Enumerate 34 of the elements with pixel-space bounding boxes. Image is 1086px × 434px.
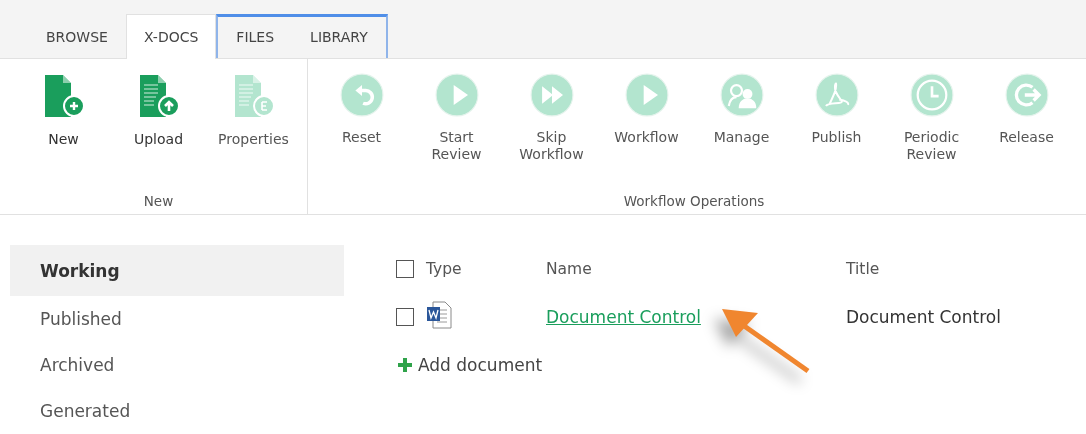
play-icon: [434, 73, 479, 117]
sidebar-item[interactable]: Working: [10, 245, 344, 296]
fast-forward-icon: [529, 73, 574, 117]
checkbox[interactable]: [396, 308, 414, 326]
column-header[interactable]: Name: [546, 260, 846, 278]
group-label: Workflow Operations: [622, 193, 766, 211]
ribbon-button[interactable]: Upload: [111, 67, 206, 193]
sidebar-item[interactable]: Archived: [10, 342, 344, 388]
table-cell-text: Document Control: [846, 307, 1002, 327]
add-document-link[interactable]: Add document: [398, 355, 846, 375]
sidebar-item[interactable]: Generated: [10, 388, 344, 434]
ribbon-tab[interactable]: X-DOCS: [125, 14, 217, 59]
ribbon-tab[interactable]: BROWSE: [28, 14, 126, 58]
plus-icon: [398, 358, 412, 372]
sidebar-item[interactable]: Published: [10, 296, 344, 342]
document-icon: [137, 73, 180, 119]
word-document-icon: [426, 301, 452, 329]
ribbon-tab[interactable]: LIBRARY: [292, 17, 386, 56]
column-header[interactable]: Title: [846, 260, 1086, 278]
document-icon: [42, 73, 85, 119]
undo-icon: [339, 73, 384, 117]
pdf-icon: [814, 73, 859, 117]
people-icon: [719, 73, 764, 117]
document-icon: [232, 73, 275, 119]
document-link[interactable]: Document Control: [546, 307, 701, 327]
ribbon-button[interactable]: New: [16, 67, 111, 193]
group-label: New: [142, 193, 175, 211]
play-icon: [624, 73, 669, 117]
ribbon-tab[interactable]: FILES: [218, 17, 293, 56]
exit-icon: [1004, 73, 1049, 117]
checkbox[interactable]: [396, 260, 414, 278]
add-document-label: Add document: [418, 355, 543, 375]
column-header[interactable]: Type: [426, 260, 546, 278]
clock-icon: [909, 73, 954, 117]
